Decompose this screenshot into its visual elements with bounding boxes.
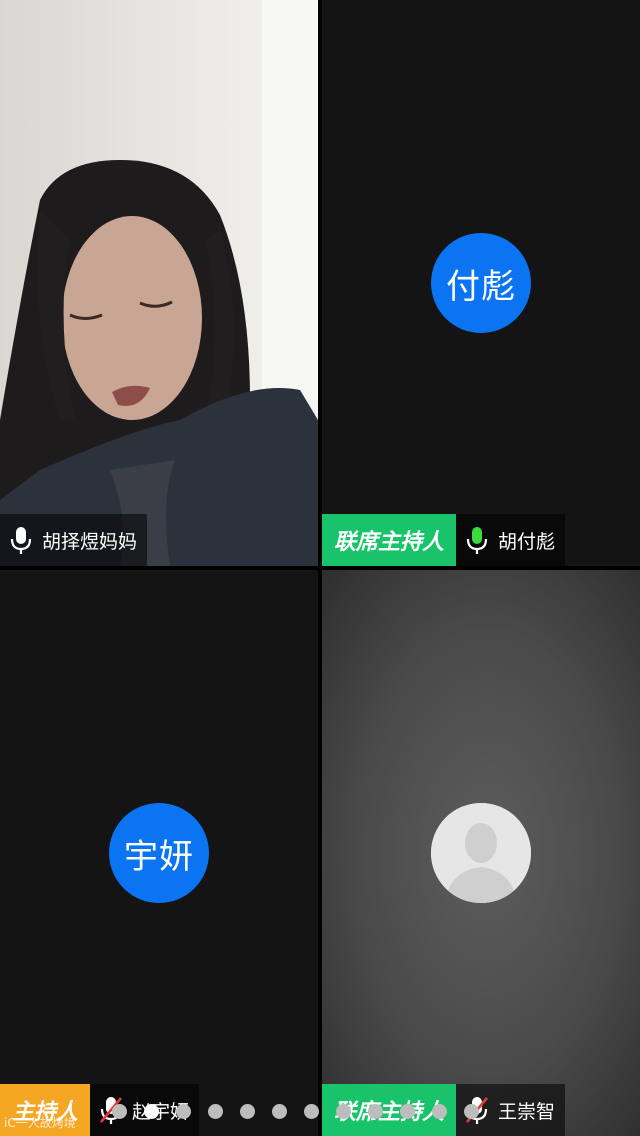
- page-indicator[interactable]: [112, 1104, 479, 1119]
- participant-label-bar: 联席主持人 胡付彪: [322, 514, 566, 566]
- page-dot-active[interactable]: [144, 1104, 159, 1119]
- page-dot[interactable]: [272, 1104, 287, 1119]
- participant-name-chip: 胡择煜妈妈: [0, 514, 148, 566]
- page-dot[interactable]: [368, 1104, 383, 1119]
- page-dot[interactable]: [208, 1104, 223, 1119]
- page-dot[interactable]: [336, 1104, 351, 1119]
- watermark: iC一人故烤境: [4, 1116, 76, 1130]
- page-dot[interactable]: [304, 1104, 319, 1119]
- page-dot[interactable]: [176, 1104, 191, 1119]
- camera-video-feed: [0, 0, 318, 566]
- cohost-badge: 联席主持人: [322, 514, 457, 566]
- microphone-on-icon: [10, 527, 32, 554]
- participant-label-bar: 胡择煜妈妈: [0, 514, 148, 566]
- participant-name: 胡择煜妈妈: [42, 530, 138, 553]
- page-dot[interactable]: [464, 1104, 479, 1119]
- video-tile-participant-1[interactable]: 胡择煜妈妈: [0, 0, 318, 566]
- video-tile-participant-4[interactable]: 联席主持人 王崇智: [322, 570, 640, 1136]
- participant-avatar: 宇妍: [109, 803, 209, 903]
- participant-name: 王崇智: [498, 1100, 556, 1123]
- participant-name: 胡付彪: [498, 530, 556, 553]
- page-dot[interactable]: [432, 1104, 447, 1119]
- participant-name-chip: 胡付彪: [456, 514, 566, 566]
- video-tile-participant-2[interactable]: 付彪 联席主持人 胡付彪: [322, 0, 640, 566]
- page-dot[interactable]: [240, 1104, 255, 1119]
- video-tile-participant-3[interactable]: 宇妍 主持人 赵宇妍: [0, 570, 318, 1136]
- default-user-avatar-icon: [431, 803, 531, 903]
- page-dot[interactable]: [400, 1104, 415, 1119]
- participant-avatar: 付彪: [431, 233, 531, 333]
- page-dot[interactable]: [112, 1104, 127, 1119]
- microphone-active-icon: [466, 527, 488, 554]
